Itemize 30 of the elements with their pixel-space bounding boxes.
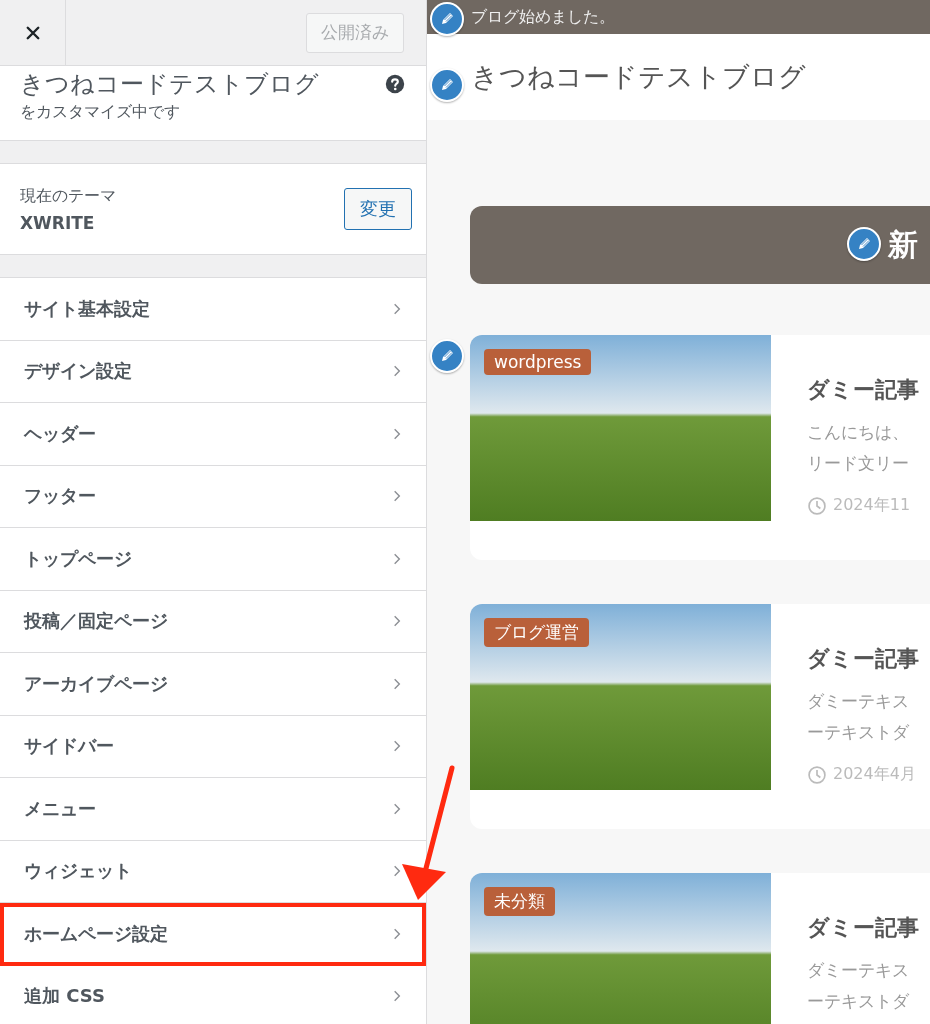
post-title[interactable]: ダミー記事 [807,375,929,405]
category-tag[interactable]: 未分類 [484,887,555,916]
excerpt-line: ダミーテキス [807,959,910,982]
excerpt-line: ダミーテキス [807,690,910,713]
theme-label: 現在のテーマ [20,185,116,207]
menu-item[interactable]: ホームページ設定 [0,903,426,966]
excerpt-line: こんにちは、 [807,421,910,444]
help-icon[interactable] [385,74,405,94]
category-tag[interactable]: wordpress [484,349,592,375]
excerpt-line: ーテキストダ [807,721,910,744]
clock-icon [807,764,827,785]
excerpt-line: リード文リー [807,452,910,475]
post-date: 2024年11 [833,495,911,516]
post-card[interactable]: 未分類 ダミー記事 ダミーテキス ーテキストダ [470,873,930,1024]
customizing-text: をカスタマイズ中です [20,102,181,123]
category-tag[interactable]: ブログ運営 [484,618,589,647]
post-card[interactable]: ブログ運営 ダミー記事 ダミーテキス ーテキストダ 2024年4月 [470,604,930,829]
clock-icon [807,495,827,516]
site-title: きつねコードテストブログ [20,69,319,100]
post-title[interactable]: ダミー記事 [807,913,929,943]
site-title[interactable]: きつねコードテストブログ [471,59,806,95]
excerpt-line: ーテキストダ [807,990,910,1013]
post-title[interactable]: ダミー記事 [807,644,929,674]
announcement-text: ブログ始めました。 [471,6,615,28]
change-theme-button[interactable]: 変更 [344,188,412,230]
post-date: 2024年4月 [833,764,916,785]
post-card[interactable]: wordpress ダミー記事 こんにちは、 リード文リー 2024年11 [470,335,930,560]
section-heading: 新 [888,225,918,264]
edit-pencil-button[interactable] [430,339,464,373]
theme-name: XWRITE [20,212,96,233]
